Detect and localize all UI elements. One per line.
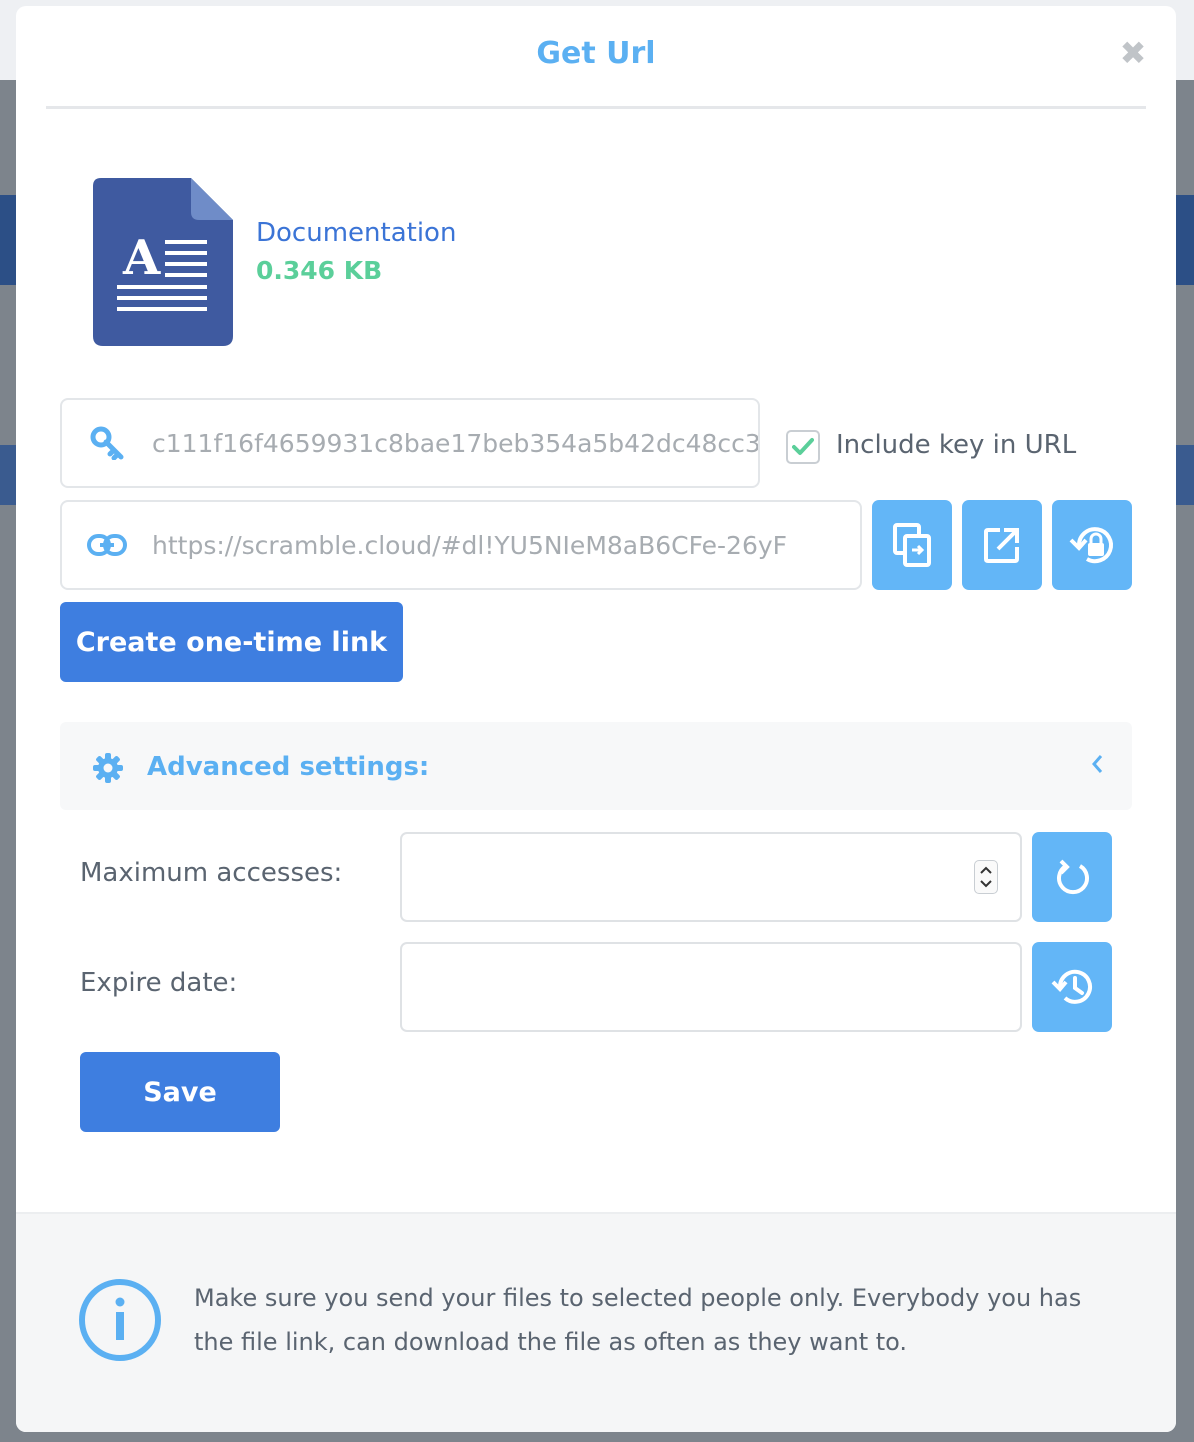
number-spinner[interactable] xyxy=(974,860,998,894)
info-footer: Make sure you send your files to selecte… xyxy=(16,1212,1176,1432)
copy-url-button[interactable] xyxy=(872,500,952,590)
key-icon xyxy=(62,426,152,460)
modal-header: Get Url ✖ xyxy=(16,6,1176,109)
include-key-checkbox[interactable] xyxy=(786,430,820,464)
reset-icon xyxy=(1057,859,1089,895)
expire-date-input[interactable] xyxy=(400,942,1022,1032)
url-value[interactable]: https://scramble.cloud/#dl!YU5NIeM8aB6CF… xyxy=(152,531,860,560)
regenerate-lock-icon xyxy=(1069,527,1113,564)
header-divider xyxy=(46,106,1146,109)
expire-date-label: Expire date: xyxy=(80,968,238,998)
info-message: Make sure you send your files to selecte… xyxy=(194,1284,1082,1356)
spinner-arrows-icon xyxy=(980,866,992,888)
create-one-time-link-button[interactable]: Create one-time link xyxy=(60,602,403,682)
save-button[interactable]: Save xyxy=(80,1052,280,1132)
max-accesses-input[interactable] xyxy=(400,832,1022,922)
get-url-modal: Get Url ✖ A Documentation 0.346 KB c111f… xyxy=(16,6,1176,1432)
url-field[interactable]: https://scramble.cloud/#dl!YU5NIeM8aB6CF… xyxy=(60,500,862,590)
advanced-settings-toggle[interactable]: Advanced settings: xyxy=(60,722,1132,810)
modal-title: Get Url xyxy=(536,36,656,71)
open-url-button[interactable] xyxy=(962,500,1042,590)
max-accesses-label: Maximum accesses: xyxy=(80,858,343,888)
close-icon[interactable]: ✖ xyxy=(1118,37,1148,69)
gear-icon xyxy=(92,752,124,788)
svg-text:A: A xyxy=(122,230,161,286)
file-name: Documentation xyxy=(256,218,457,248)
advanced-settings-label: Advanced settings: xyxy=(147,752,430,782)
check-icon xyxy=(792,438,814,455)
copy-icon xyxy=(893,523,931,567)
chevron-left-icon xyxy=(1090,752,1104,780)
info-icon xyxy=(78,1278,162,1366)
file-size: 0.346 KB xyxy=(256,256,383,285)
key-value[interactable]: c111f16f4659931c8bae17beb354a5b42dc48cc3 xyxy=(152,429,758,458)
key-field[interactable]: c111f16f4659931c8bae17beb354a5b42dc48cc3 xyxy=(60,398,760,488)
history-icon xyxy=(1051,969,1092,1004)
link-icon xyxy=(62,533,152,557)
reset-expire-date-button[interactable] xyxy=(1032,942,1112,1032)
include-key-label[interactable]: Include key in URL xyxy=(836,430,1076,460)
reset-max-accesses-button[interactable] xyxy=(1032,832,1112,922)
external-link-icon xyxy=(984,528,1019,563)
regenerate-url-button[interactable] xyxy=(1052,500,1132,590)
document-icon: A xyxy=(93,178,233,346)
